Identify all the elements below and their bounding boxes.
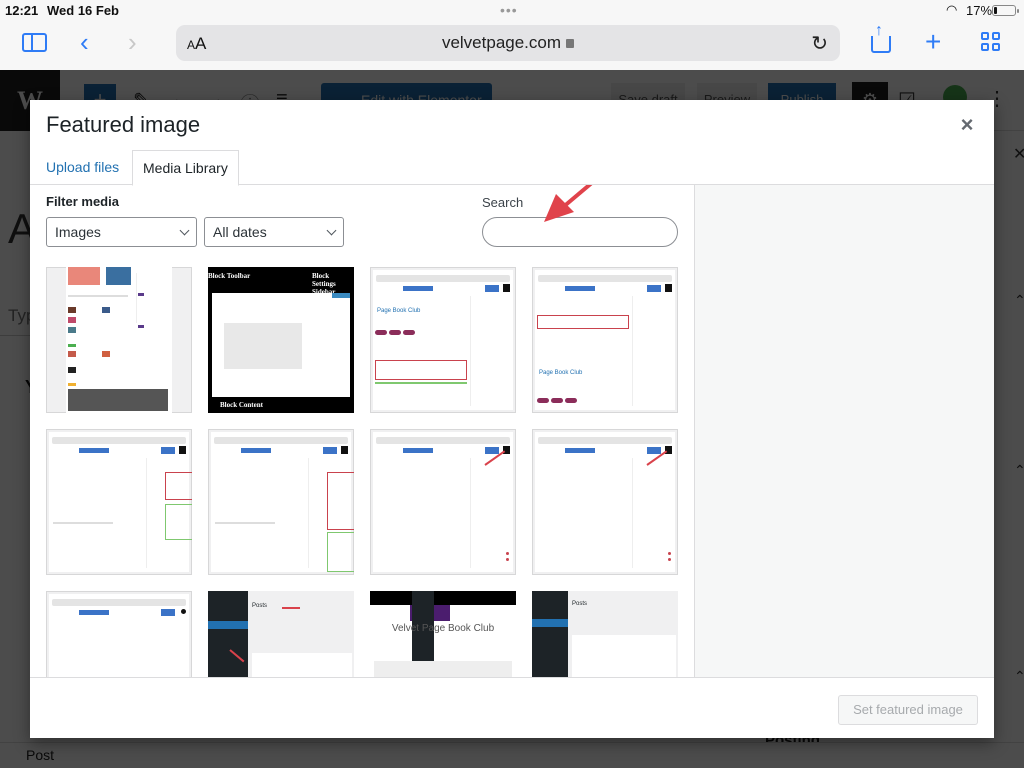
attachment-thumbnail[interactable]: Posts bbox=[532, 591, 678, 677]
attachment-thumbnail[interactable] bbox=[370, 429, 516, 575]
sidebar-toggle-icon[interactable] bbox=[22, 33, 47, 52]
attachment-thumbnail[interactable]: Block Toolbar Block Settings Sidebar Blo… bbox=[208, 267, 354, 413]
attachment-thumbnail[interactable]: Posts bbox=[208, 591, 354, 677]
attachment-thumbnail[interactable] bbox=[532, 429, 678, 575]
wifi-icon: ◠ bbox=[946, 2, 958, 17]
share-icon[interactable]: ↑ bbox=[871, 23, 891, 53]
attachment-thumbnail[interactable] bbox=[208, 429, 354, 575]
new-tab-icon[interactable]: + bbox=[925, 28, 941, 56]
reload-icon[interactable]: ↻ bbox=[811, 31, 828, 56]
status-date: Wed 16 Feb bbox=[47, 3, 120, 18]
status-time: 12:21 bbox=[5, 3, 39, 18]
attachment-thumbnail[interactable] bbox=[46, 267, 192, 413]
modal-toolbar: Set featured image bbox=[30, 677, 994, 738]
tab-overview-icon[interactable] bbox=[981, 32, 1001, 52]
attachment-thumbnail[interactable] bbox=[46, 429, 192, 575]
ios-status-bar: 12:21 Wed 16 Feb ••• ◠ 17% bbox=[0, 0, 1024, 22]
media-library-content: Filter media Images All dates Search Blo… bbox=[30, 185, 694, 677]
multitasking-dots-icon[interactable]: ••• bbox=[500, 2, 518, 18]
chevron-down-icon bbox=[326, 225, 337, 236]
chevron-down-icon bbox=[179, 225, 190, 236]
attachment-thumbnail[interactable]: Velvet Page Book Club bbox=[370, 591, 516, 677]
url-text[interactable]: velvetpage.com bbox=[176, 33, 840, 53]
close-icon[interactable]: × bbox=[955, 113, 979, 137]
modal-title: Featured image bbox=[46, 112, 201, 137]
tab-upload-files[interactable]: Upload files bbox=[36, 150, 129, 185]
set-featured-image-button[interactable]: Set featured image bbox=[838, 695, 978, 725]
search-label: Search bbox=[482, 195, 524, 210]
thumb-label: Block Toolbar bbox=[208, 272, 251, 280]
lock-icon bbox=[566, 39, 575, 48]
battery-icon bbox=[992, 5, 1019, 16]
forward-button[interactable]: › bbox=[128, 29, 137, 55]
attachment-thumbnail[interactable]: Page Book Club bbox=[532, 267, 678, 413]
search-input[interactable] bbox=[482, 217, 678, 247]
tab-media-library[interactable]: Media Library bbox=[132, 150, 239, 186]
attachment-thumbnail[interactable] bbox=[46, 591, 192, 677]
attachment-thumbnail[interactable]: Page Book Club bbox=[370, 267, 516, 413]
address-bar[interactable]: AA velvetpage.com ↻ bbox=[176, 25, 840, 61]
media-tabs: Upload files Media Library bbox=[30, 150, 994, 186]
attachment-details-panel bbox=[694, 185, 994, 677]
filter-media-label: Filter media bbox=[46, 194, 119, 209]
back-button[interactable]: ‹ bbox=[80, 29, 89, 55]
media-type-select[interactable]: Images bbox=[46, 217, 197, 247]
featured-image-modal: Featured image × Upload files Media Libr… bbox=[30, 100, 994, 738]
thumb-label: Block Content bbox=[220, 401, 263, 409]
date-filter-select[interactable]: All dates bbox=[204, 217, 344, 247]
browser-toolbar: ‹ › AA velvetpage.com ↻ ↑ + bbox=[0, 22, 1024, 70]
battery-percent: 17% bbox=[966, 3, 993, 18]
